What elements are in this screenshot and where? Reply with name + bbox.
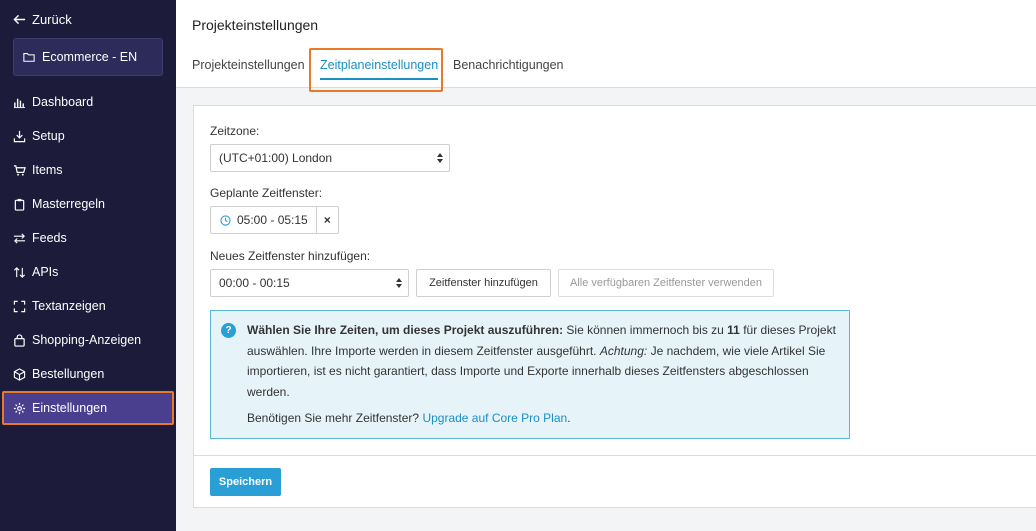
scheduled-timeslot: 05:00 - 05:15 × [210,206,339,234]
info-italic: Achtung: [599,343,648,358]
tab-projekteinstellungen[interactable]: Projekteinstellungen [192,58,305,72]
download-icon [13,130,26,142]
sidebar-item-label: Einstellungen [32,401,108,415]
info-footer-text: Benötigen Sie mehr Zeitfenster? [247,411,423,425]
sidebar-item-bestellungen[interactable]: Bestellungen [0,357,176,391]
clock-icon [220,214,231,226]
tab-zeitplaneinstellungen[interactable]: Zeitplaneinstellungen [320,58,439,80]
select-arrows-icon [437,153,443,163]
info-text-1: Sie können immernoch bis zu [563,323,728,337]
sidebar-item-label: Textanzeigen [32,299,106,313]
schedule-settings-card: Zeitzone: (UTC+01:00) London Geplante Ze… [193,105,1036,508]
timeslot-time: 05:00 - 05:15 [211,207,316,233]
use-all-timeslots-button[interactable]: Alle verfügbaren Zeitfenster verwenden [558,269,774,297]
sidebar-item-label: Feeds [32,231,67,245]
info-count: 11 [727,323,740,337]
info-text: Wählen Sie Ihre Zeiten, um dieses Projek… [247,320,837,403]
sidebar: Zurück Ecommerce - EN Dashboard Setup It… [0,0,176,531]
divider [194,455,1036,456]
sidebar-item-einstellungen[interactable]: Einstellungen [2,391,174,425]
info-footer-end: . [567,411,571,425]
sidebar-item-label: Dashboard [32,95,94,109]
box-icon [13,367,26,381]
sidebar-item-shopping-anzeigen[interactable]: Shopping-Anzeigen [0,323,176,357]
question-icon: ? [221,323,236,338]
sidebar-item-label: Bestellungen [32,367,105,381]
sidebar-item-label: Shopping-Anzeigen [32,333,142,347]
folder-icon [23,53,35,62]
project-selector[interactable]: Ecommerce - EN [13,38,163,76]
timezone-select[interactable]: (UTC+01:00) London [210,144,450,172]
clipboard-icon [14,198,25,211]
timeslot-value: 05:00 - 05:15 [237,213,308,227]
sidebar-item-feeds[interactable]: Feeds [0,221,176,255]
bag-icon [14,333,25,347]
cart-icon [13,164,26,176]
page-header: Projekteinstellungen Projekteinstellunge… [176,0,1036,92]
timezone-label: Zeitzone: [210,124,260,138]
new-timeslot-label: Neues Zeitfenster hinzufügen: [210,249,371,263]
sidebar-item-setup[interactable]: Setup [0,119,176,153]
select-arrows-icon [396,278,402,288]
back-label: Zurück [32,12,72,27]
expand-icon [13,300,26,312]
info-box: ? Wählen Sie Ihre Zeiten, um dieses Proj… [210,310,850,439]
gear-icon [13,402,26,414]
sidebar-item-label: Items [32,163,63,177]
info-footer: Benötigen Sie mehr Zeitfenster? Upgrade … [247,411,571,425]
arrow-left-icon [13,14,26,25]
sidebar-nav: Dashboard Setup Items Masterregeln Feeds… [0,85,176,425]
sidebar-item-label: Setup [32,129,65,143]
remove-timeslot-button[interactable]: × [315,207,338,233]
scheduled-label: Geplante Zeitfenster: [210,186,323,200]
new-timeslot-value: 00:00 - 00:15 [219,276,290,290]
sidebar-item-apis[interactable]: APIs [0,255,176,289]
back-link[interactable]: Zurück [13,12,72,27]
sidebar-item-label: APIs [32,265,59,279]
arrows-icon [13,232,26,244]
sidebar-item-dashboard[interactable]: Dashboard [0,85,176,119]
sidebar-item-masterregeln[interactable]: Masterregeln [0,187,176,221]
upgrade-link[interactable]: Upgrade auf Core Pro Plan [422,411,567,425]
timezone-value: (UTC+01:00) London [219,151,333,165]
project-name: Ecommerce - EN [42,50,138,64]
sidebar-item-textanzeigen[interactable]: Textanzeigen [0,289,176,323]
info-bold: Wählen Sie Ihre Zeiten, um dieses Projek… [247,323,564,337]
bar-chart-icon [13,98,26,108]
page-title: Projekteinstellungen [192,17,319,33]
sidebar-item-label: Masterregeln [32,197,105,211]
save-button[interactable]: Speichern [210,468,281,496]
add-timeslot-button[interactable]: Zeitfenster hinzufügen [416,269,551,297]
sort-icon [13,266,26,278]
sidebar-item-items[interactable]: Items [0,153,176,187]
new-timeslot-select[interactable]: 00:00 - 00:15 [210,269,409,297]
tab-benachrichtigungen[interactable]: Benachrichtigungen [453,58,564,72]
